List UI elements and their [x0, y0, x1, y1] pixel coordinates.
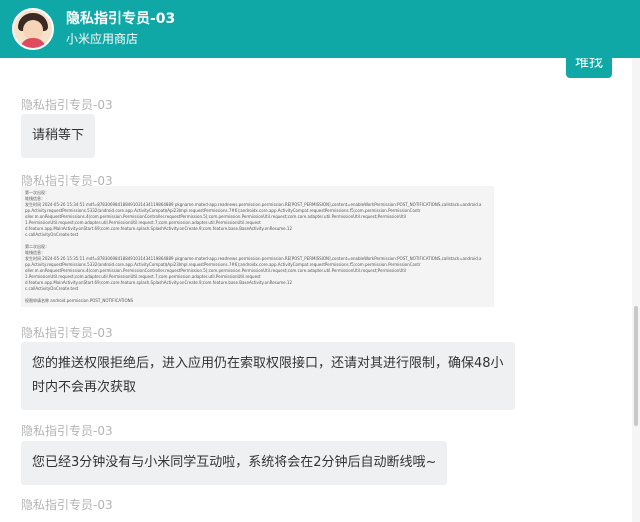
sender-name: 隐私指引专员-03 — [21, 424, 113, 438]
stacktrace-image[interactable]: 第一次出现： 堆栈信息： 发生时间 2024-05-26 15:34:51 mdf=… — [21, 186, 494, 307]
sender-name: 隐私指引专员-03 — [21, 98, 113, 112]
agent-name: 隐私指引专员-03 — [66, 11, 176, 27]
scrollbar-thumb[interactable] — [634, 306, 638, 426]
sender-name: 隐私指引专员-03 — [21, 498, 113, 512]
store-name: 小米应用商店 — [66, 32, 139, 46]
chat-scrollbar[interactable] — [632, 58, 640, 522]
sender-name: 隐私指引专员-03 — [21, 326, 113, 340]
chat-history[interactable]: 堆找 隐私指引专员-03 请稍等下 隐私指引专员-03 第一次出现： 堆栈信息：发… — [0, 58, 632, 522]
message-bubble: 您的推送权限拒绝后，进入应用仍在索取权限接口，还请对其进行限制，确保48小时内不… — [21, 342, 515, 410]
chat-header: 隐私指引专员-03 小米应用商店 — [0, 0, 640, 58]
message-bubble: 您已经3分钟没有与小米同学互动啦，系统将会在2分钟后自动断线哦~ — [21, 441, 448, 485]
header-text: 隐私指引专员-03 小米应用商店 — [66, 10, 175, 48]
stacktrace-line: 权限申请名称 android.permission.POST_NOTIFICAT… — [25, 298, 134, 303]
message-bubble: 请稍等下 — [21, 114, 96, 158]
agent-avatar — [12, 8, 54, 50]
user-message-bubble: 堆找 — [566, 58, 612, 78]
